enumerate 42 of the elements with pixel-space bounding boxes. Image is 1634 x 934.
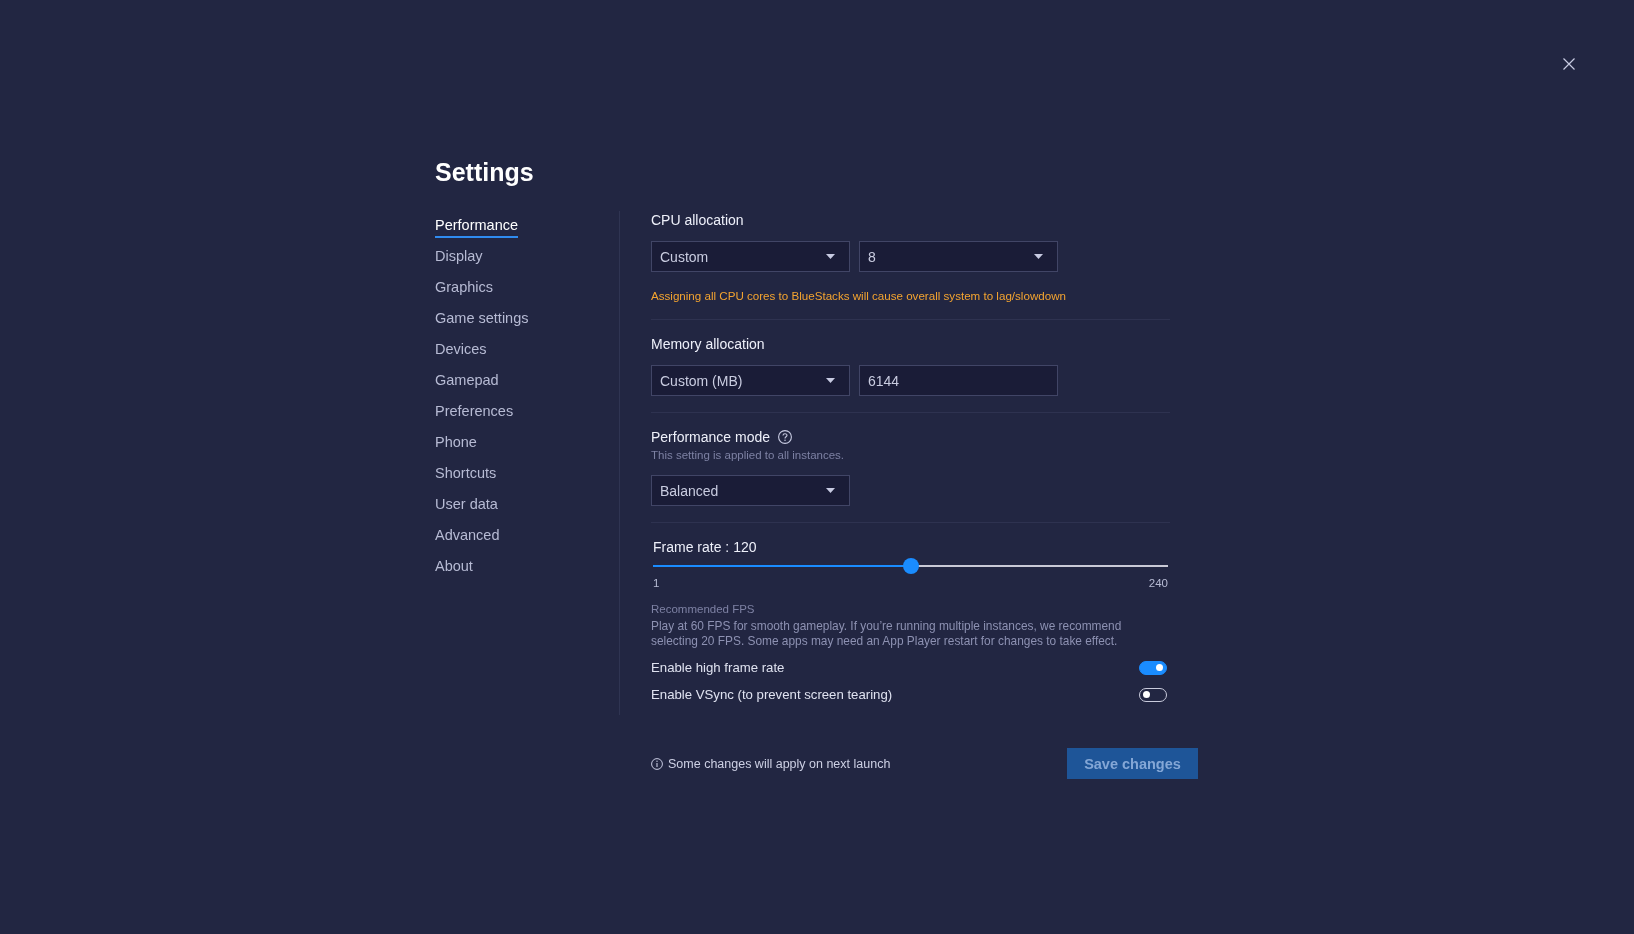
performance-mode-dropdown[interactable]: Balanced — [651, 475, 850, 506]
sidebar-item[interactable]: Display — [435, 248, 483, 269]
caret-icon — [826, 254, 835, 259]
cpu-cores-dropdown[interactable]: 8 — [859, 241, 1058, 272]
warning-text: Assigning all CPU cores to BlueStacks will cause overall system to lag/slowdown — [651, 288, 1067, 303]
sidebar-item[interactable]: About — [435, 558, 473, 579]
info-icon — [651, 757, 663, 770]
caret-icon — [1034, 254, 1043, 259]
close-icon — [1563, 58, 1575, 70]
help-icon[interactable] — [778, 430, 793, 444]
sidebar-item[interactable]: Gamepad — [435, 372, 499, 393]
note-text: This setting is applied to all instances. — [651, 448, 846, 462]
sidebar-item[interactable]: User data — [435, 496, 498, 517]
toggle-switch[interactable] — [1139, 660, 1167, 675]
toggle-label: Enable high frame rate — [651, 660, 785, 675]
toggle-label: Enable VSync (to prevent screen tearing) — [651, 687, 893, 702]
cpu-mode-dropdown[interactable]: Custom — [651, 241, 850, 272]
settings-title: Settings — [435, 157, 535, 187]
section-label: Performance mode — [651, 428, 771, 446]
caret-icon — [826, 488, 835, 493]
frame-rate-label: Frame rate : 120 — [653, 538, 758, 556]
footer-note: Some changes will apply on next launch — [668, 756, 891, 771]
recommendation-text: Play at 60 FPS for smooth gameplay. If you’re running multiple instances, we recommend selecting 20 FPS. Some apps may need an App Player restart for changes to take effect. — [651, 619, 1123, 648]
slider-min-label: 1 — [653, 576, 660, 590]
sidebar-item[interactable]: Graphics — [435, 279, 494, 300]
sidebar-item[interactable]: Devices — [435, 341, 487, 362]
sidebar-item[interactable]: Preferences — [435, 403, 514, 424]
close-button[interactable] — [1563, 58, 1575, 70]
sidebar-item[interactable]: Phone — [435, 434, 477, 455]
memory-input-field[interactable]: 6144 — [859, 365, 1058, 396]
slider-thumb[interactable] — [902, 558, 919, 574]
slider-max-label: 240 — [1148, 576, 1168, 590]
section-label: CPU allocation — [651, 211, 745, 229]
frame-rate-slider[interactable] — [653, 558, 1168, 574]
sidebar-item[interactable]: Advanced — [435, 527, 500, 548]
sidebar-item[interactable]: Performance — [435, 217, 518, 238]
sidebar-item[interactable]: Shortcuts — [435, 465, 497, 486]
section-label: Memory allocation — [651, 335, 766, 353]
memory-mode-dropdown[interactable]: Custom (MB) — [651, 365, 850, 396]
recommendation-title: Recommended FPS — [651, 602, 756, 616]
sidebar-item[interactable]: Game settings — [435, 310, 529, 331]
caret-icon — [826, 378, 835, 383]
